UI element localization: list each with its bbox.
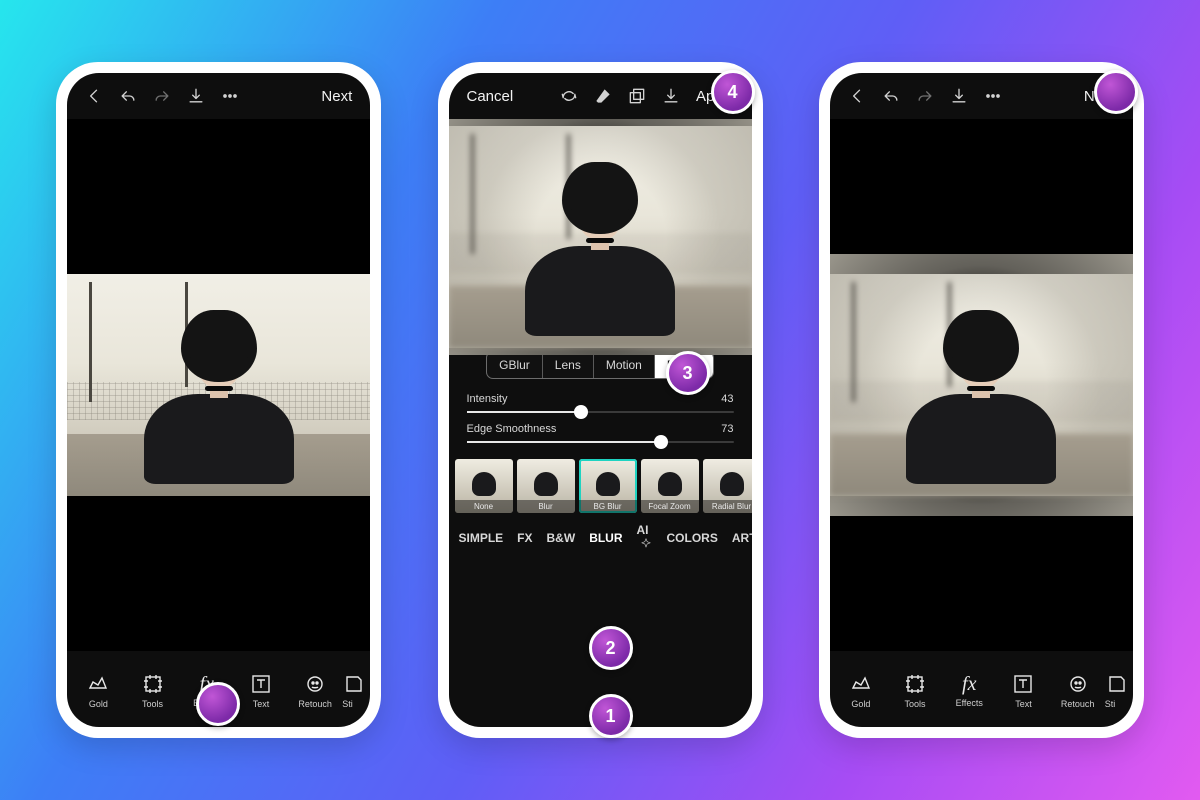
step-marker-next [1094,70,1138,114]
back-icon[interactable] [840,79,874,113]
edited-photo [449,126,752,348]
slider-panel: Intensity 43 Edge Smoothness 73 [449,379,752,457]
tool-text[interactable]: Text [996,655,1050,725]
compare-icon[interactable] [552,79,586,113]
cat-fx[interactable]: FX [517,531,532,545]
more-icon[interactable] [976,79,1010,113]
tool-tools[interactable]: Tools [888,655,942,725]
phone-step-2: Cancel Apply GBlur Lens Motion [438,62,763,738]
edited-photo [830,274,1133,496]
download-icon[interactable] [654,79,688,113]
edge-label: Edge Smoothness [467,423,557,435]
cat-simple[interactable]: SIMPLE [459,531,504,545]
tool-retouch[interactable]: Retouch [288,655,342,725]
phone-step-1: Next Gold Tools fxEffects Text Retouch S… [56,62,381,738]
seg-gblur[interactable]: GBlur [487,352,543,378]
cat-bw[interactable]: B&W [547,531,576,545]
cancel-button[interactable]: Cancel [459,88,522,105]
intensity-slider[interactable] [467,411,734,413]
cat-colors[interactable]: COLORS [667,531,718,545]
top-bar: Next [830,73,1133,119]
thumb-bgblur[interactable] [579,459,637,513]
eraser-icon[interactable] [586,79,620,113]
cat-ai[interactable]: AI [637,523,653,552]
tutorial-stage: Next Gold Tools fxEffects Text Retouch S… [0,0,1200,800]
top-bar: Next [67,73,370,119]
tool-effects[interactable]: fxEffects [942,655,996,725]
redo-icon[interactable] [908,79,942,113]
tool-gold[interactable]: Gold [834,655,888,725]
phone-step-3: Next Gold Tools fxEffects Text Retouch S… [819,62,1144,738]
image-canvas[interactable] [449,119,752,355]
bottom-toolbar: Gold Tools fxEffects Text Retouch Sti [830,651,1133,727]
undo-icon[interactable] [874,79,908,113]
top-bar: Cancel Apply [449,73,752,119]
download-icon[interactable] [179,79,213,113]
thumb-focal[interactable] [641,459,699,513]
step-marker-3: 3 [666,351,710,395]
step-marker-2: 2 [589,626,633,670]
seg-lens[interactable]: Lens [543,352,594,378]
thumb-blur[interactable] [517,459,575,513]
next-button[interactable]: Next [313,88,360,105]
tool-text[interactable]: Text [234,655,288,725]
effect-thumbnails [449,457,752,515]
cat-blur[interactable]: BLUR [589,531,622,545]
step-marker-1: 1 [589,694,633,738]
edge-slider[interactable] [467,441,734,443]
tool-gold[interactable]: Gold [71,655,125,725]
cat-art[interactable]: ART [732,531,752,545]
edited-photo [67,274,370,496]
step-marker-4: 4 [711,70,755,114]
more-icon[interactable] [213,79,247,113]
seg-motion[interactable]: Motion [594,352,655,378]
image-canvas[interactable] [67,119,370,651]
tool-tools[interactable]: Tools [125,655,179,725]
step-marker-effects [196,682,240,726]
tool-sticker[interactable]: Sti [342,655,366,725]
intensity-value: 43 [721,393,733,405]
back-icon[interactable] [77,79,111,113]
layers-icon[interactable] [620,79,654,113]
download-icon[interactable] [942,79,976,113]
image-canvas[interactable] [830,119,1133,651]
sparkle-icon [639,537,653,551]
thumb-none[interactable] [455,459,513,513]
tool-retouch[interactable]: Retouch [1051,655,1105,725]
redo-icon[interactable] [145,79,179,113]
effect-categories: SIMPLE FX B&W BLUR AI COLORS ART [449,515,752,558]
tool-sticker[interactable]: Sti [1105,655,1129,725]
intensity-label: Intensity [467,393,508,405]
edge-value: 73 [721,423,733,435]
undo-icon[interactable] [111,79,145,113]
thumb-radial[interactable] [703,459,752,513]
